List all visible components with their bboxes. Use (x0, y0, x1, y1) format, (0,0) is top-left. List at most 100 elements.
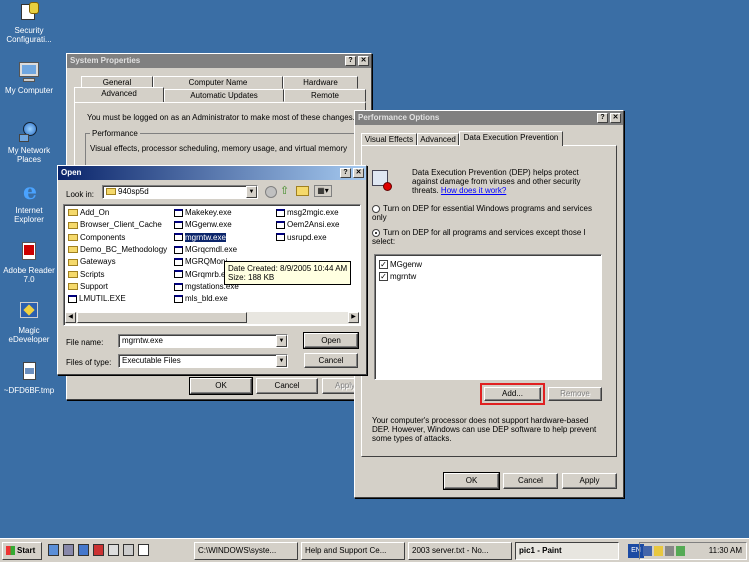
remove-button[interactable]: Remove (548, 387, 602, 401)
view-menu-icon[interactable]: ▦▾ (314, 185, 332, 197)
list-item[interactable]: Makekey.exe (174, 207, 232, 219)
ie-quicklaunch-icon[interactable] (48, 544, 59, 556)
tooltip-size: Size: 188 KB (228, 273, 275, 282)
radio-all-except-label: Turn on DEP for all programs and service… (372, 228, 586, 246)
ok-button[interactable]: OK (443, 472, 500, 490)
cancel-button[interactable]: Cancel (304, 353, 358, 368)
chevron-down-icon[interactable]: ▼ (276, 355, 287, 367)
task-paint[interactable]: pic1 - Paint (515, 542, 619, 560)
back-icon[interactable] (265, 186, 277, 198)
chevron-down-icon[interactable]: ▼ (246, 186, 257, 198)
close-button[interactable]: ✕ (353, 168, 364, 178)
list-item[interactable]: msg2mgic.exe (276, 207, 339, 219)
task-cmd[interactable]: C:\WINDOWS\syste... (194, 542, 298, 560)
task-help-support[interactable]: Help and Support Ce... (301, 542, 405, 560)
add-button[interactable]: Add... (484, 387, 541, 401)
list-item[interactable]: ✓ MGgenw (379, 259, 422, 271)
file-name: Components (80, 232, 126, 242)
close-button[interactable]: ✕ (610, 113, 621, 123)
list-item[interactable]: usrupd.exe (276, 232, 327, 244)
file-list[interactable]: Add_On Browser_Client_Cache Components Demo… (63, 204, 361, 326)
file-name: MGrqcmdl.exe (185, 244, 238, 254)
task-notepad[interactable]: 2003 server.txt - No... (408, 542, 512, 560)
list-item[interactable]: Support (68, 281, 108, 293)
security-config-icon (17, 2, 41, 24)
list-item[interactable]: Add_On (68, 207, 109, 219)
open-button[interactable]: Open (303, 332, 359, 349)
how-does-it-work-link[interactable]: How does it work? (441, 186, 506, 195)
file-type-select[interactable]: Executable Files ▼ (118, 354, 288, 368)
desktop-icon-security[interactable]: Security Configurati... (0, 2, 58, 44)
scrollbar-thumb[interactable] (77, 312, 247, 323)
radio-all-except-button[interactable] (372, 228, 380, 237)
checkbox-checked-icon[interactable]: ✓ (379, 272, 388, 282)
desktop: Security Configurati... My Computer My N… (0, 0, 749, 538)
list-item[interactable]: ✓ mgrntw (379, 271, 416, 283)
network-tray-icon[interactable] (643, 546, 652, 556)
file-type-label: Files of type: (66, 358, 112, 367)
list-item[interactable]: LMUTIL.EXE (68, 293, 126, 305)
list-item[interactable]: Demo_BC_Methodology (68, 244, 167, 256)
list-item[interactable]: Components (68, 232, 125, 244)
cancel-button[interactable]: Cancel (256, 378, 318, 394)
scroll-left-icon[interactable]: ◀ (65, 312, 76, 323)
up-folder-icon[interactable]: ⇧ (280, 184, 293, 198)
notepad-icon[interactable] (138, 544, 149, 556)
list-item[interactable]: Scripts (68, 269, 104, 281)
desktop-icon-my-computer[interactable]: My Computer (0, 62, 58, 95)
security-tray-icon[interactable] (654, 546, 663, 556)
list-item[interactable]: Oem2Ansi.exe (276, 219, 339, 231)
calculator-icon[interactable] (123, 544, 134, 556)
radio-all-except[interactable]: Turn on DEP for all programs and service… (372, 228, 604, 246)
tab-data-execution-prevention[interactable]: Data Execution Prevention (459, 131, 563, 146)
tab-advanced[interactable]: Advanced (74, 87, 164, 102)
file-name: LMUTIL.EXE (79, 294, 126, 304)
ok-button[interactable]: OK (189, 377, 253, 395)
list-item[interactable]: Browser_Client_Cache (68, 219, 162, 231)
radio-essential-only[interactable]: Turn on DEP for essential Windows progra… (372, 204, 604, 222)
volume-tray-icon[interactable] (665, 546, 674, 556)
list-item[interactable]: mls_bld.exe (174, 293, 228, 305)
desktop-icon-tmp[interactable]: ~DFD6BF.tmp (0, 362, 58, 395)
tab-computer-name[interactable]: Computer Name (153, 76, 283, 89)
file-name-label: File name: (66, 338, 104, 347)
tab-automatic-updates[interactable]: Automatic Updates (164, 89, 284, 102)
desktop-icon-label: My Computer (4, 86, 53, 95)
adobe-quicklaunch-icon[interactable] (93, 544, 104, 556)
checkbox-checked-icon[interactable]: ✓ (379, 260, 388, 270)
chevron-down-icon[interactable]: ▼ (276, 335, 287, 347)
list-item-selected[interactable]: mgrntw.exe (174, 232, 226, 244)
new-folder-icon[interactable] (296, 186, 309, 196)
tab-remote[interactable]: Remote (284, 89, 366, 102)
list-item[interactable]: MGgenw.exe (174, 219, 232, 231)
desktop-icon-network[interactable]: My Network Places (0, 122, 58, 164)
list-item-label: mgrntw (390, 272, 417, 281)
tab-hardware[interactable]: Hardware (283, 76, 358, 89)
exe-file-icon (174, 294, 183, 303)
explorer-icon[interactable] (78, 544, 89, 556)
close-button[interactable]: ✕ (358, 56, 369, 66)
app-tray-icon[interactable] (676, 546, 685, 556)
desktop-icon-magic[interactable]: Magic eDeveloper (0, 302, 58, 344)
desktop-icon-label: Internet Explorer (14, 206, 44, 224)
desktop-icon-ie[interactable]: e Internet Explorer (0, 181, 58, 224)
cancel-button[interactable]: Cancel (503, 473, 558, 489)
file-name-input[interactable]: mgrntw.exe ▼ (118, 334, 288, 348)
dep-exception-list[interactable]: ✓ MGgenw ✓ mgrntw (374, 254, 602, 380)
exe-file-icon (174, 270, 183, 279)
show-desktop-icon[interactable] (63, 544, 74, 556)
start-button[interactable]: Start (2, 542, 42, 560)
list-item[interactable]: MGrqcmdl.exe (174, 244, 237, 256)
horizontal-scrollbar[interactable]: ◀ ▶ (65, 312, 359, 324)
radio-essential-only-button[interactable] (372, 204, 380, 213)
apply-button[interactable]: Apply (562, 473, 617, 489)
look-in-value: 940sp5d (118, 187, 149, 196)
scroll-right-icon[interactable]: ▶ (348, 312, 359, 323)
help-button[interactable]: ? (340, 168, 351, 178)
help-button[interactable]: ? (597, 113, 608, 123)
look-in-combo[interactable]: 940sp5d ▼ (102, 185, 258, 199)
cmd-icon[interactable] (108, 544, 119, 556)
help-button[interactable]: ? (345, 56, 356, 66)
list-item[interactable]: Gateways (68, 256, 116, 268)
desktop-icon-adobe[interactable]: Adobe Reader 7.0 (0, 242, 58, 284)
